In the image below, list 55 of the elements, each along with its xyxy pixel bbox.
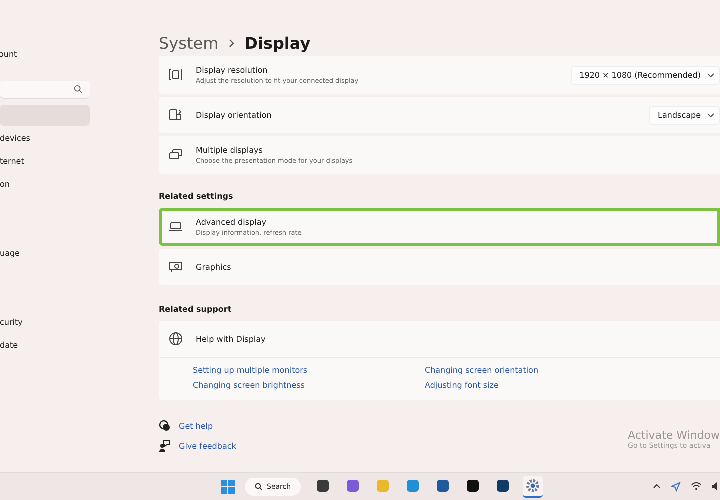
section-heading: Related settings <box>159 192 234 201</box>
sidebar-item[interactable]: uage <box>0 243 90 264</box>
app-icon <box>346 478 360 492</box>
dropdown[interactable]: Landscape <box>649 106 720 124</box>
search-icon <box>255 482 263 490</box>
sidebar-item[interactable]: date <box>0 335 90 356</box>
help-header[interactable]: Help with Display <box>159 321 720 358</box>
app-icon <box>316 478 330 492</box>
dropdown[interactable]: 1920 × 1080 (Recommended) <box>570 66 720 84</box>
speaker-icon[interactable] <box>712 482 718 491</box>
orientation-icon <box>169 109 183 121</box>
caret-icon <box>707 72 715 78</box>
search-icon <box>74 85 83 94</box>
app-icon <box>466 478 480 492</box>
activation-title: Activate Window <box>628 429 720 442</box>
monitors-icon <box>169 149 183 161</box>
caret-icon <box>707 112 715 118</box>
laptop-icon <box>169 222 183 232</box>
wifi-icon[interactable] <box>691 482 702 491</box>
help-link[interactable]: Changing screen brightness <box>193 381 425 390</box>
section-heading: Related support <box>159 305 233 314</box>
feedback-icon <box>159 440 171 452</box>
app-icon <box>406 478 420 492</box>
setting-title: Display resolution <box>196 66 269 74</box>
help-link[interactable]: Setting up multiple monitors <box>193 366 425 375</box>
setting-card[interactable]: Display orientation Landscape <box>159 97 720 133</box>
location-arrow-icon[interactable] <box>671 482 681 492</box>
caret-up-icon[interactable] <box>653 484 661 489</box>
search-field[interactable] <box>0 81 90 99</box>
sidebar-item[interactable]: on <box>0 174 90 195</box>
app-icon <box>376 478 390 492</box>
app-icon <box>436 478 450 492</box>
footer-link[interactable]: Get help <box>179 422 214 430</box>
graphics-card-icon <box>169 261 183 273</box>
chevron-icon <box>228 38 235 48</box>
setting-card[interactable]: Graphics <box>159 249 720 285</box>
footer-link[interactable]: Give feedback <box>179 442 236 450</box>
help-link[interactable]: Adjusting font size <box>425 381 539 390</box>
resolution-icon <box>169 69 183 81</box>
sidebar-item[interactable]: devices <box>0 128 90 149</box>
sidebar-item[interactable]: curity <box>0 312 90 333</box>
setting-title: Graphics <box>196 262 232 272</box>
start-icon[interactable] <box>221 480 235 494</box>
sidebar-item[interactable]: ternet <box>0 151 90 172</box>
setting-title: Multiple displays <box>196 146 264 154</box>
help-link[interactable]: Changing screen orientation <box>425 366 539 375</box>
page-title: Display <box>244 34 311 52</box>
setting-title: Advanced display <box>196 218 268 226</box>
breadcrumb-parent[interactable]: System <box>159 34 219 52</box>
help-icon <box>159 420 171 432</box>
gear-icon <box>526 478 540 492</box>
app-icon <box>496 478 510 492</box>
setting-title: Display orientation <box>196 110 273 120</box>
help-title: Help with Display <box>196 334 266 344</box>
globe-icon <box>169 332 183 346</box>
